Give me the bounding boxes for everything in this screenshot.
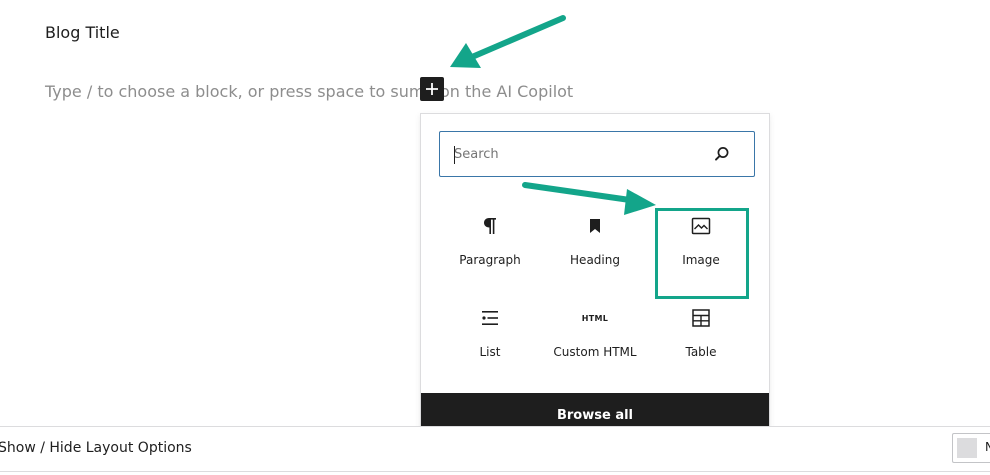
corner-control-label: N [985,440,990,454]
text-caret [454,146,455,164]
block-label: List [479,345,501,359]
block-label: Paragraph [459,253,521,267]
color-swatch [957,438,977,458]
block-label: Table [685,345,717,359]
search-icon[interactable] [712,144,732,164]
block-label: Heading [570,253,620,267]
search-input[interactable] [454,132,704,176]
block-item-image[interactable]: Image [651,211,751,297]
block-inserter-toggle[interactable] [420,77,444,101]
plus-icon [426,83,438,95]
block-inserter-popover: Paragraph Heading Image List [420,113,770,438]
layout-options-toggle[interactable]: Show / Hide Layout Options [0,440,192,456]
block-item-table[interactable]: Table [651,303,751,389]
block-item-paragraph[interactable]: Paragraph [440,211,540,297]
bookmark-icon [584,215,606,237]
block-item-custom-html[interactable]: HTML Custom HTML [545,303,645,389]
arrow-to-inserter-icon [450,15,566,68]
post-title[interactable]: Blog Title [45,23,120,42]
block-item-heading[interactable]: Heading [545,211,645,297]
html-icon-text: HTML [581,313,609,323]
layout-options-bar: Show / Hide Layout Options N [0,426,990,472]
block-placeholder[interactable]: Type / to choose a block, or press space… [45,82,573,101]
html-icon: HTML [581,307,609,329]
list-icon [479,307,501,329]
paragraph-icon [479,215,501,237]
block-label: Custom HTML [553,345,637,359]
corner-control[interactable]: N [952,433,990,463]
search-field[interactable] [439,131,755,177]
image-icon [690,215,712,237]
block-item-list[interactable]: List [440,303,540,389]
block-label: Image [682,253,720,267]
table-icon [690,307,712,329]
